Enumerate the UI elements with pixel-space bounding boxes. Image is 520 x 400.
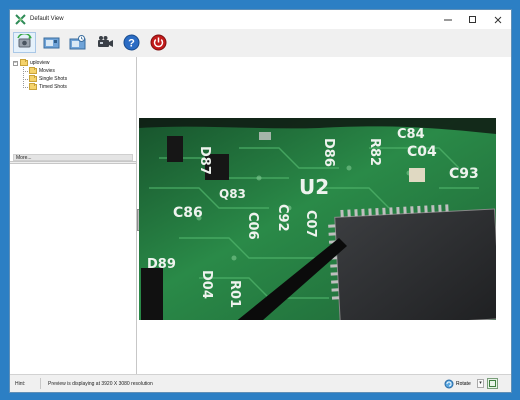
status-message: Preview is displaying at 3920 X 3080 res… [48, 381, 153, 387]
folder-icon [20, 59, 28, 66]
power-icon [150, 34, 167, 51]
pcb-label: C06 [245, 212, 260, 240]
toolbar: ? [10, 29, 511, 58]
pcb-label: U2 [299, 175, 329, 199]
help-icon: ? [123, 34, 140, 51]
pcb-label: D87 [197, 146, 212, 175]
fit-view-button[interactable] [487, 378, 498, 389]
pcb-label: D89 [147, 257, 176, 272]
pcb-label: D86 [321, 138, 336, 167]
folder-icon [29, 83, 37, 90]
tree-connector [23, 87, 28, 88]
pcb-label: R01 [227, 280, 242, 308]
tree-item-label: Timed Shots [39, 84, 67, 90]
pcb-label: Q83 [219, 187, 246, 201]
title-bar: Default View [10, 10, 511, 29]
window-title: Default View [30, 16, 64, 22]
pcb-image: D87 D86 R82 C84 C04 C93 Q83 U2 C86 C06 C… [139, 118, 496, 320]
tree-item-root[interactable]: − uploview [13, 59, 49, 67]
pcb-component [409, 168, 425, 182]
pcb-label: C93 [449, 166, 479, 182]
more-bar[interactable]: More... [13, 154, 133, 161]
tree-item-label: uploview [30, 60, 50, 66]
tree-item-label: Single Shots [39, 76, 68, 82]
app-logo-icon [15, 14, 26, 25]
folder-icon [29, 75, 37, 82]
video-camera-icon [98, 36, 113, 47]
collapse-expander[interactable]: − [13, 60, 18, 66]
help-button[interactable]: ? [120, 32, 143, 53]
rotate-dropdown[interactable]: ▾ [477, 379, 484, 388]
tree-item-single-shots[interactable]: Single Shots [29, 75, 67, 83]
timed-capture-button[interactable] [66, 32, 89, 53]
close-button[interactable] [485, 10, 510, 29]
hint-label: Hint: [15, 381, 26, 387]
pcb-label: C92 [275, 204, 290, 232]
pcb-label: D04 [199, 270, 214, 299]
preview-area: D87 D86 R82 C84 C04 C93 Q83 U2 C86 C06 C… [137, 57, 511, 374]
close-icon [494, 16, 501, 23]
status-divider [40, 378, 41, 389]
fit-view-icon [489, 380, 496, 387]
tree-item-movies[interactable]: Movies [29, 67, 55, 75]
camera-preview: D87 D86 R82 C84 C04 C93 Q83 U2 C86 C06 C… [139, 118, 496, 320]
pcb-label: C86 [173, 205, 203, 221]
rotate-label: Rotate [456, 380, 471, 387]
power-button[interactable] [147, 32, 170, 53]
pcb-component [141, 268, 163, 320]
rotate-icon [444, 379, 454, 388]
pcb-label: C04 [407, 144, 437, 160]
pcb-label: C07 [303, 210, 318, 238]
pcb-label: R82 [367, 138, 382, 166]
maximize-button[interactable] [460, 10, 485, 29]
minimize-button[interactable] [435, 10, 460, 29]
folder-tree: − uploview Movies Single Shots Timed Sho… [10, 57, 136, 147]
tree-item-timed-shots[interactable]: Timed Shots [29, 83, 67, 91]
capture-image-button[interactable] [40, 32, 63, 53]
status-bar: Hint: Preview is displaying at 3920 X 30… [10, 374, 511, 392]
rotate-button[interactable]: Rotate [444, 378, 471, 389]
folder-icon [29, 67, 37, 74]
tree-item-label: Movies [39, 68, 55, 74]
timed-capture-icon [69, 35, 86, 50]
refresh-camera-button[interactable] [13, 32, 36, 53]
tree-connector [23, 79, 28, 80]
left-panel: − uploview Movies Single Shots Timed Sho… [10, 57, 137, 374]
svg-text:?: ? [128, 38, 135, 50]
pcb-component [167, 136, 183, 162]
minimize-icon [443, 19, 452, 20]
pcb-label: C84 [397, 127, 425, 142]
maximize-icon [468, 15, 476, 23]
refresh-camera-icon [17, 34, 32, 48]
app-window: Default View ? − uploview Movies Single … [9, 9, 512, 393]
tree-connector [23, 71, 28, 72]
capture-image-icon [43, 37, 60, 49]
panel-splitter[interactable] [10, 161, 136, 164]
video-camera-button[interactable] [94, 32, 117, 53]
